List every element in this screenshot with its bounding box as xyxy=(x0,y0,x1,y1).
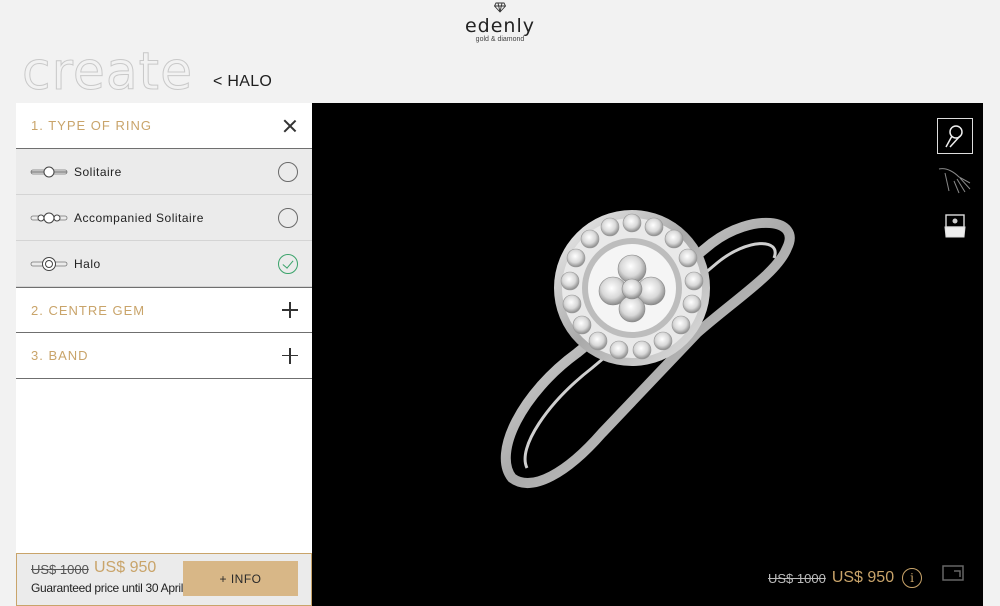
check-icon[interactable] xyxy=(278,253,298,274)
ring-view-icon[interactable] xyxy=(937,118,973,154)
option-label: Accompanied Solitaire xyxy=(74,210,204,225)
radio-button[interactable] xyxy=(278,161,298,182)
section-type-of-ring[interactable]: 1. TYPE OF RING xyxy=(16,103,312,149)
configurator-panel: 1. TYPE OF RING Solitaire Accompanied So… xyxy=(16,103,312,606)
radio-button[interactable] xyxy=(278,207,298,228)
fullscreen-icon[interactable] xyxy=(942,565,964,581)
info-icon[interactable]: i xyxy=(902,568,923,588)
solitaire-ring-icon xyxy=(30,166,68,177)
section-title: 3. BAND xyxy=(31,348,89,363)
ring-viewer[interactable]: US$ 1000 US$ 950 i xyxy=(312,103,983,606)
halo-ring-icon xyxy=(30,256,68,271)
plus-icon[interactable] xyxy=(282,302,298,318)
breadcrumb-back[interactable]: < HALO xyxy=(213,73,272,91)
brand-name: edenly xyxy=(464,15,535,37)
box-view-icon[interactable] xyxy=(937,206,973,242)
option-label: Halo xyxy=(74,256,101,271)
section-title: 1. TYPE OF RING xyxy=(31,118,152,133)
option-accompanied-solitaire[interactable]: Accompanied Solitaire xyxy=(16,195,312,241)
option-label: Solitaire xyxy=(74,164,122,179)
viewer-old-price: US$ 1000 xyxy=(768,570,826,586)
plus-icon[interactable] xyxy=(282,347,298,364)
option-solitaire[interactable]: Solitaire xyxy=(16,149,312,195)
hand-view-icon[interactable] xyxy=(937,162,973,198)
section-band[interactable]: 3. BAND xyxy=(16,333,312,379)
more-info-button[interactable]: + INFO xyxy=(183,561,298,596)
close-icon[interactable] xyxy=(282,118,298,134)
ring-image xyxy=(500,210,795,488)
old-price: US$ 1000 xyxy=(31,562,89,577)
viewer-current-price: US$ 950 xyxy=(831,569,895,586)
current-price: US$ 950 xyxy=(94,559,157,576)
accompanied-ring-icon xyxy=(30,212,68,223)
create-heading: create xyxy=(21,42,194,102)
price-bar: US$ 1000 US$ 950 Guaranteed price until … xyxy=(16,553,312,606)
section-title: 2. CENTRE GEM xyxy=(31,302,146,318)
view-thumbnails xyxy=(937,118,973,250)
site-header: edenly gold & diamond xyxy=(0,0,1000,46)
brand-logo[interactable]: edenly gold & diamond xyxy=(460,2,540,44)
price-guarantee: Guaranteed price until 30 April xyxy=(31,581,184,595)
section-centre-gem[interactable]: 2. CENTRE GEM xyxy=(16,287,312,333)
brand-tagline: gold & diamond xyxy=(475,36,525,43)
diamond-icon xyxy=(460,2,540,16)
viewer-price: US$ 1000 US$ 950 i xyxy=(768,568,923,588)
option-halo[interactable]: Halo xyxy=(16,241,312,287)
